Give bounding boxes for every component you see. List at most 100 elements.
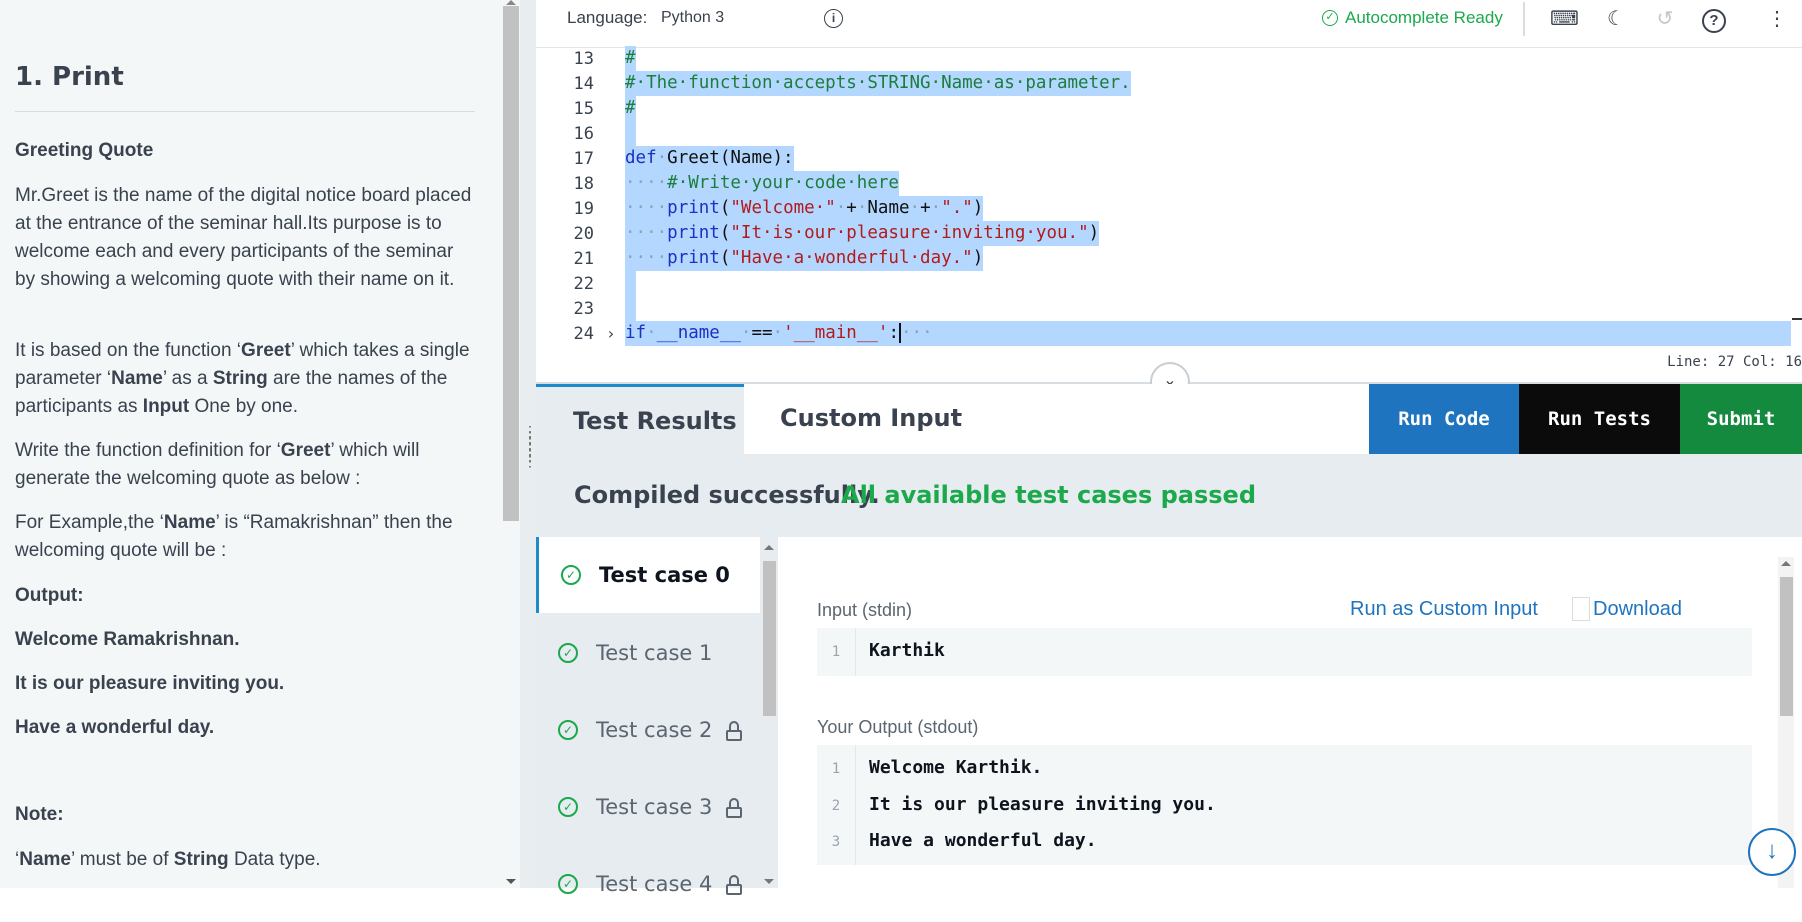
line-number: 22: [573, 274, 594, 294]
check-icon: ✓: [558, 720, 578, 740]
code-line-19: ····print("Welcome·"·+·Name·+·"."): [625, 196, 984, 221]
dark-mode-icon[interactable]: ☾: [1602, 6, 1630, 32]
compile-status-banner: Compiled successfully. All available tes…: [536, 454, 1802, 537]
check-icon: ✓: [558, 643, 578, 663]
run-as-custom-input-link[interactable]: Run as Custom Input: [1350, 598, 1538, 621]
code-line-20: ····print("It·is·our·pleasure·inviting·y…: [625, 221, 1100, 246]
run-tests-button[interactable]: Run Tests: [1519, 384, 1680, 454]
scrollbar-thumb[interactable]: [503, 6, 519, 521]
cursor-position: Line: 27 Col: 16: [1667, 354, 1802, 370]
divider: [15, 111, 475, 112]
check-icon: ✓: [561, 565, 581, 585]
line-number: 20: [573, 224, 594, 244]
panel-splitter[interactable]: ⋮⋮⋮⋮⋮⋮⋮⋮⋮⋮⋮⋮: [520, 0, 552, 888]
scrollbar-thumb[interactable]: [1780, 577, 1793, 716]
problem-panel: 1. Print Greeting Quote Mr.Greet is the …: [0, 0, 504, 888]
scroll-to-bottom-icon[interactable]: ↓: [1748, 828, 1796, 876]
line-number: 18: [573, 174, 594, 194]
tab-custom-input[interactable]: Custom Input: [744, 384, 1369, 454]
input-label: Input (stdin): [817, 600, 913, 620]
scroll-down-icon[interactable]: [506, 879, 516, 884]
stdout-line: 1 Welcome Karthik.: [831, 757, 1043, 778]
code-line-14: #·The·function·accepts·STRING·Name·as·pa…: [625, 71, 1131, 96]
output-line-2: It is our pleasure inviting you.: [15, 673, 285, 694]
line-number: 21: [573, 249, 594, 269]
cursor-marker: [1792, 318, 1802, 320]
output-line-3: Have a wonderful day.: [15, 717, 215, 738]
keyboard-icon[interactable]: ⌨: [1550, 6, 1579, 32]
problem-title: 1. Print: [15, 62, 124, 92]
line-number: 17: [573, 149, 594, 169]
code-line-22: [625, 271, 636, 296]
problem-paragraph-2: It is based on the function ‘Greet’ whic…: [15, 340, 470, 417]
problem-paragraph-4: For Example,the ‘Name’ is “Ramakrishnan”…: [15, 512, 453, 561]
line-number: 19: [573, 199, 594, 219]
tests-passed-message: All available test cases passed: [841, 481, 1256, 509]
line-number: 23: [573, 299, 594, 319]
autocomplete-status[interactable]: Autocomplete Ready: [1345, 8, 1503, 28]
code-line-13: #: [625, 46, 636, 71]
test-case-item[interactable]: ✓ Test case 1: [536, 615, 760, 691]
code-line-15: #: [625, 96, 636, 121]
scroll-down-icon[interactable]: [764, 879, 774, 884]
test-case-detail: Input (stdin) Run as Custom Input Downlo…: [778, 537, 1802, 888]
submit-button[interactable]: Submit: [1680, 384, 1802, 454]
info-icon[interactable]: i: [824, 9, 843, 28]
output-line-1: Welcome Ramakrishnan.: [15, 629, 240, 650]
editor-toolbar: Language: Python 3 i ✓ Autocomplete Read…: [536, 0, 1802, 48]
output-label: Output:: [15, 585, 84, 606]
lock-icon: [726, 798, 742, 818]
check-icon: ✓: [558, 874, 578, 894]
line-number: 13: [573, 49, 594, 69]
scroll-up-icon[interactable]: [1781, 561, 1791, 566]
stdout-line: 3 Have a wonderful day.: [831, 830, 1097, 851]
scroll-up-icon[interactable]: [506, 0, 516, 5]
problem-paragraph-1: Mr.Greet is the name of the digital noti…: [15, 185, 472, 290]
scroll-up-icon[interactable]: [764, 545, 774, 550]
run-code-button[interactable]: Run Code: [1369, 384, 1519, 454]
check-icon: ✓: [558, 797, 578, 817]
stdin-box: 1 Karthik: [817, 628, 1752, 676]
results-tabbar: Test Results Custom Input Run Code Run T…: [536, 384, 1802, 454]
test-case-item[interactable]: ✓ Test case 2: [536, 692, 760, 768]
test-case-item[interactable]: ✓ Test case 0: [536, 537, 760, 613]
link-separator: [1572, 597, 1590, 621]
code-line-24: if·__name__·==·'__main__': ···: [625, 323, 933, 343]
lock-icon: [726, 721, 742, 741]
output-label: Your Output (stdout): [817, 717, 979, 737]
history-icon[interactable]: ↺: [1651, 6, 1679, 32]
test-case-item[interactable]: ✓ Test case 3: [536, 769, 760, 845]
fold-chevron-icon[interactable]: ›: [606, 324, 616, 343]
problem-scrollbar[interactable]: [502, 0, 520, 888]
code-line-23: [625, 296, 636, 321]
stdin-line: 1 Karthik: [831, 640, 945, 661]
note-label: Note:: [15, 804, 64, 825]
line-number: 16: [573, 124, 594, 144]
line-number: 15: [573, 99, 594, 119]
code-editor[interactable]: 13 14 15 16 17 18 19 20 21 22 23 24 › # …: [536, 46, 1802, 370]
test-case-list: ✓ Test case 0 ✓ Test case 1 ✓ Test case …: [536, 537, 760, 896]
code-line-16: [625, 121, 636, 146]
problem-paragraph-3: Write the function definition for ‘Greet…: [15, 440, 420, 489]
code-line-21: ····print("Have·a·wonderful·day."): [625, 246, 984, 271]
note-text: ‘Name’ must be of String Data type.: [15, 849, 321, 870]
language-label: Language:: [567, 8, 648, 27]
help-icon[interactable]: ?: [1700, 6, 1728, 33]
problem-subtitle: Greeting Quote: [15, 140, 154, 161]
lock-icon: [726, 875, 742, 895]
check-icon: ✓: [1322, 10, 1338, 26]
line-number: 24: [573, 324, 594, 344]
download-link[interactable]: Download: [1593, 598, 1682, 621]
compile-message: Compiled successfully.: [574, 481, 880, 509]
code-line-17: def·Greet(Name):: [625, 146, 794, 171]
stdout-line: 2 It is our pleasure inviting you.: [831, 794, 1216, 815]
code-line-18: ····#·Write·your·code·here: [625, 171, 899, 196]
test-case-item[interactable]: ✓ Test case 4: [536, 846, 760, 922]
tab-test-results[interactable]: Test Results: [536, 384, 744, 454]
more-icon[interactable]: ⋮: [1763, 6, 1791, 32]
scrollbar-thumb[interactable]: [763, 561, 776, 716]
stdout-box: 1 Welcome Karthik. 2 It is our pleasure …: [817, 745, 1752, 865]
language-select[interactable]: Python 3: [661, 9, 724, 27]
line-number: 14: [573, 74, 594, 94]
test-case-scrollbar[interactable]: [760, 537, 778, 888]
